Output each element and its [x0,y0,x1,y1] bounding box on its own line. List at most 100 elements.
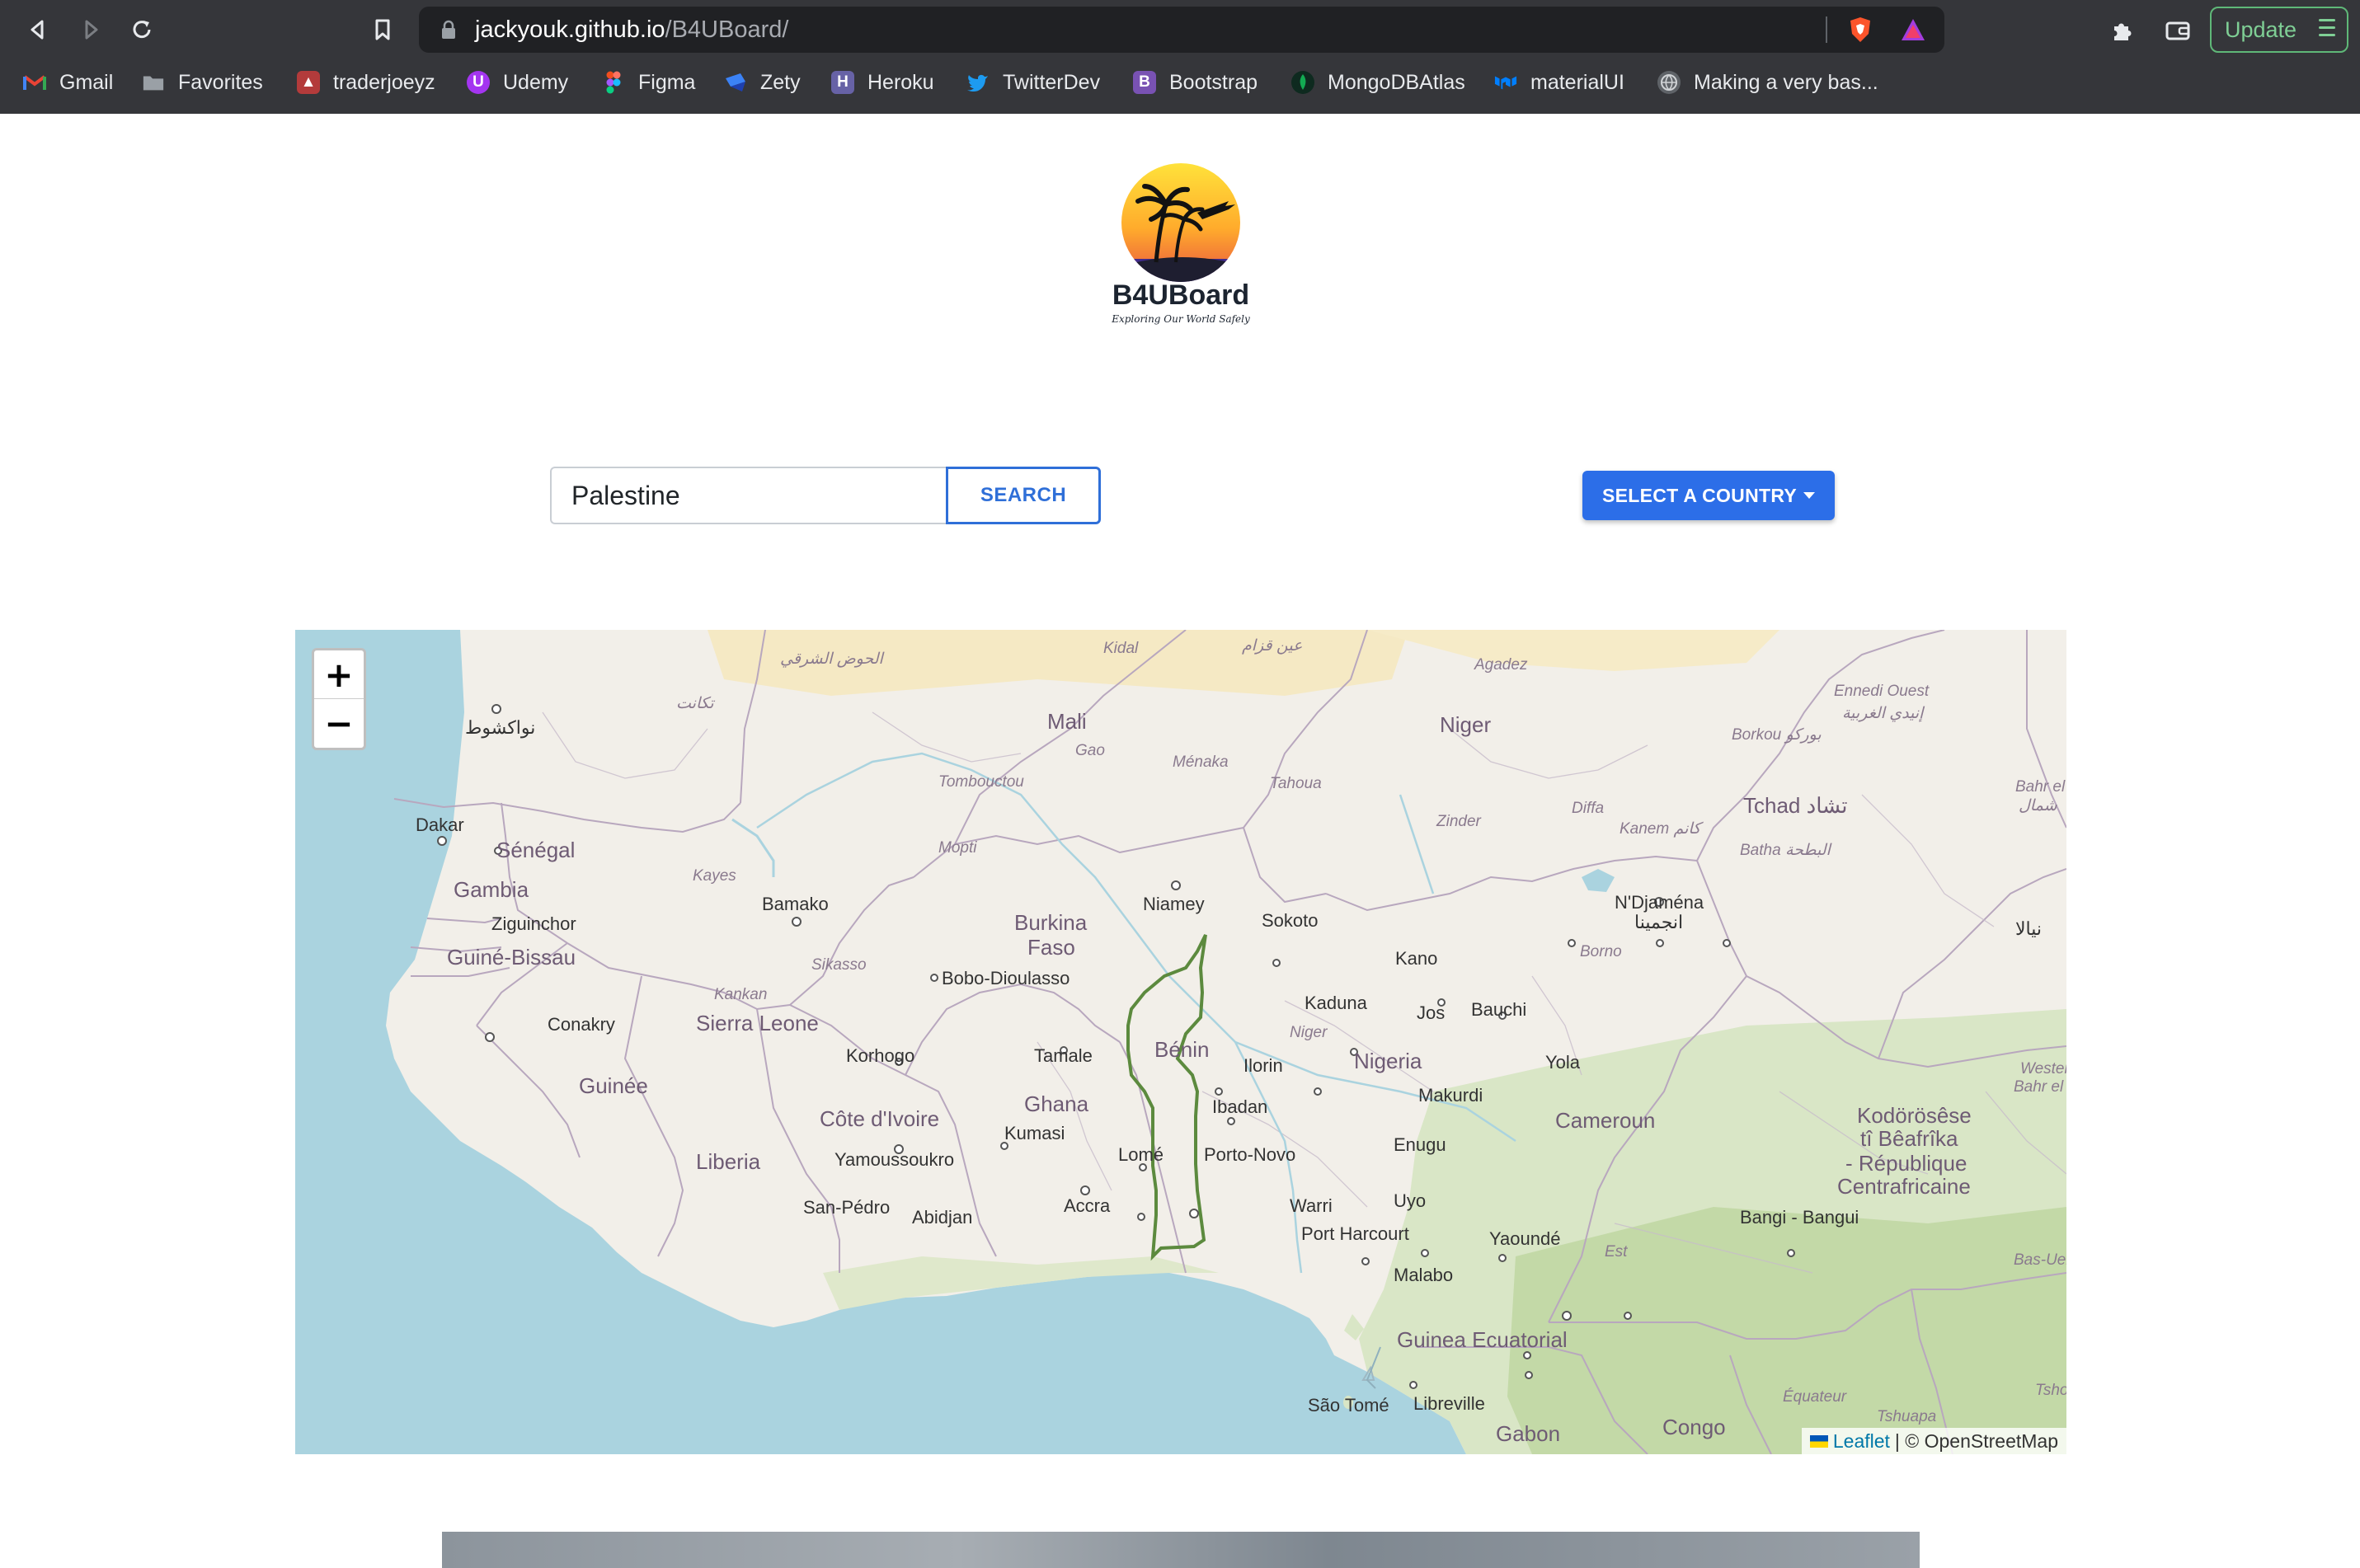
map-label-city: Ziguinchor [491,913,576,934]
map-label-country: Cameroun [1555,1108,1656,1133]
map-label-country: Liberia [696,1149,761,1174]
bookmark-label: Heroku [867,70,934,94]
brave-shield-icon[interactable] [1845,15,1875,45]
bookmark-bootstrap[interactable]: B Bootstrap [1133,63,1258,102]
plus-icon: + [324,654,354,695]
bookmark-figma[interactable]: Figma [602,63,695,102]
map-label-city: Makurdi [1418,1085,1483,1106]
globe-icon [1657,71,1681,94]
map-label-country: Mali [1047,709,1087,734]
bookmark-gmail[interactable]: Gmail [23,63,113,102]
map-label-country: Guinea Ecuatorial [1397,1327,1568,1352]
extensions-icon[interactable] [2106,15,2137,46]
map-label-region: Kankan [714,986,768,1003]
bookmark-label: Figma [638,70,696,94]
url-text[interactable]: jackyouk.github.io/B4UBoard/ [475,7,788,53]
map-label-region: تكانت [676,695,714,712]
wallet-icon[interactable] [2162,15,2193,46]
map-label-region: إنيدي الغربية [1842,705,1924,722]
bookmark-favorites[interactable]: Favorites [142,63,263,102]
bookmark-making-a-very-bas[interactable]: Making a very bas... [1657,63,1878,102]
map-label-region: Ménaka [1173,753,1229,771]
brand-name: B4UBoard [1112,279,1250,311]
map-label-region: Kanem كانم [1620,820,1701,838]
brave-rewards-icon[interactable] [1898,15,1928,45]
bookmark-materialui[interactable]: materialUI [1494,63,1624,102]
map[interactable]: الحوض الشرقي Kidal عين قزام Agadez Enned… [295,630,2066,1454]
map-label-city: N'Djaména [1615,892,1704,913]
map-label-country: Côte d'Ivoire [820,1106,940,1131]
map-label-region: Borno [1580,943,1622,960]
bookmark-traderjoeyz[interactable]: ▲ traderjoeyz [297,63,435,102]
map-label-region: Bahr el Gh [2014,1078,2066,1096]
map-label-region: Kidal [1103,640,1139,657]
map-label-region: Bahr el Gh [2015,778,2066,796]
map-label-country: Gabon [1496,1421,1561,1446]
address-bar[interactable]: jackyouk.github.io/B4UBoard/ [419,7,1944,53]
bookmark-label: Bootstrap [1169,70,1258,94]
map-label-country: - République [1845,1151,1967,1176]
map-label-country: Niger [1440,712,1492,737]
brand-logo[interactable]: B4UBoard Exploring Our World Safely [1105,162,1257,331]
traderjoeyz-icon: ▲ [297,71,320,94]
map-label-country: Centrafricaine [1837,1174,1971,1199]
map-label-country: Nigeria [1354,1049,1422,1073]
search-input[interactable] [550,467,947,524]
map-label-city: نواكشوط [465,717,536,738]
map-label-city: San-Pédro [803,1197,891,1218]
zety-icon [724,71,747,94]
bookmark-label: Udemy [503,70,569,94]
map-label-country: Guinée [579,1073,648,1098]
map-label-region: Équateur [1783,1388,1847,1406]
map-label-region: Borkou بوركو [1732,726,1822,744]
update-label: Update [2225,16,2297,42]
bookmark-label: Favorites [178,70,263,94]
map-label-city: نيالا [2015,918,2043,939]
map-label-city: Kaduna [1305,993,1367,1013]
leaflet-link[interactable]: Leaflet [1833,1430,1890,1453]
reload-icon[interactable] [127,15,157,45]
mongodb-icon [1291,71,1314,94]
map-label-city: Yaoundé [1489,1228,1561,1249]
forward-icon[interactable] [76,15,106,45]
map-label-city: Korhogo [846,1045,915,1066]
map-label-city: Bangi - Bangui [1740,1207,1859,1228]
map-label-country: tî Bêafrîka [1860,1126,1958,1151]
map-label-city: Bauchi [1471,999,1527,1020]
map-label-region: Ennedi Ouest [1834,683,1930,700]
minus-icon: − [324,703,354,744]
map-label-region: شمال [2019,797,2057,815]
map-label-city: Port Harcourt [1301,1223,1409,1244]
select-country-label: SELECT A COUNTRY [1601,484,1798,506]
zoom-out-button[interactable]: − [314,699,364,748]
select-country-dropdown[interactable]: SELECT A COUNTRY [1582,471,1835,520]
map-label-region: Mopti [938,839,977,857]
bookmark-zety[interactable]: Zety [724,63,801,102]
map-label-region: Tahoua [1270,775,1322,792]
bookmark-icon[interactable] [368,15,397,45]
palm-sunset-icon [1121,163,1240,282]
menu-icon [2319,19,2335,41]
map-label-country: Burkina [1014,910,1088,935]
bookmark-twitterdev[interactable]: TwitterDev [966,63,1100,102]
map-label-region: Batha البطحة [1740,842,1831,859]
bookmark-heroku[interactable]: H Heroku [831,63,934,102]
map-attribution: Leaflet | © OpenStreetMap [1801,1428,2066,1454]
map-label-city: Uyo [1394,1190,1427,1211]
bookmark-label: traderjoeyz [333,70,435,94]
search-button[interactable]: SEARCH [946,467,1101,524]
update-button[interactable]: Update [2210,7,2348,53]
zoom-in-button[interactable]: + [314,650,364,699]
bootstrap-icon: B [1133,71,1156,94]
map-label-city: انجمينا [1634,912,1684,932]
map-label-region: عين قزام [1242,637,1303,655]
bookmark-label: Gmail [59,70,114,94]
udemy-icon: U [467,71,490,94]
map-label-city: Bamako [762,894,829,914]
lock-icon[interactable] [440,20,457,44]
map-label-city: Libreville [1413,1393,1485,1414]
bookmark-mongodbatlas[interactable]: MongoDBAtlas [1291,63,1465,102]
back-icon[interactable] [23,15,53,45]
bookmark-udemy[interactable]: U Udemy [467,63,568,102]
browser-chrome: jackyouk.github.io/B4UBoard/ Update Gmai… [0,0,2360,114]
